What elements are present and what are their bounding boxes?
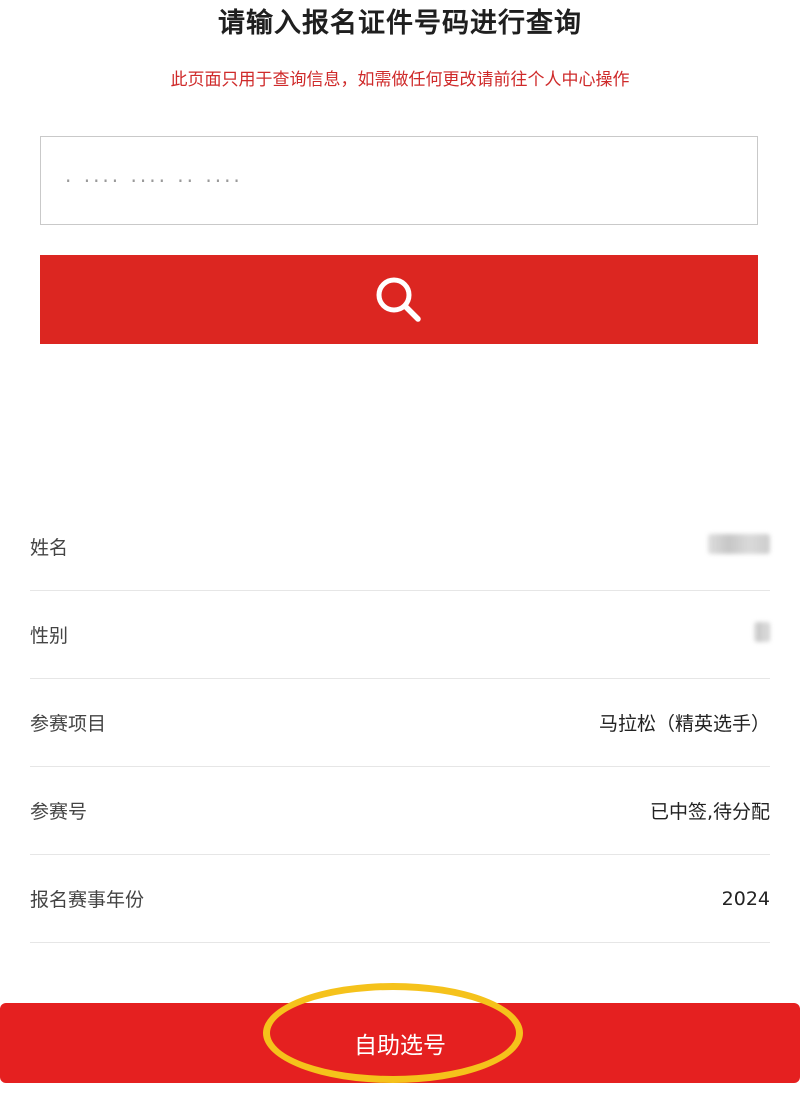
info-row-gender: 性别 <box>30 591 770 679</box>
info-value: 已中签,待分配 <box>649 801 770 823</box>
info-label: 姓名 <box>30 537 69 559</box>
info-value <box>708 534 770 559</box>
info-label: 报名赛事年份 <box>30 889 145 911</box>
redacted-value <box>708 534 770 554</box>
search-icon <box>376 277 421 322</box>
participant-info-list: 姓名 性别 参赛项目 马拉松（精英选手） 参赛号 已中签,待分配 报名赛事年份 … <box>30 503 770 943</box>
info-label: 参赛号 <box>30 801 88 823</box>
self-select-number-button[interactable]: 自助选号 <box>0 1003 800 1083</box>
info-label: 性别 <box>30 625 69 647</box>
info-value: 马拉松（精英选手） <box>598 713 770 735</box>
info-row-year: 报名赛事年份 2024 <box>30 855 770 943</box>
info-row-name: 姓名 <box>30 503 770 591</box>
redacted-value <box>754 622 770 642</box>
search-button[interactable] <box>40 255 758 344</box>
info-value <box>754 622 770 647</box>
info-row-event: 参赛项目 马拉松（精英选手） <box>30 679 770 767</box>
info-row-bib-number: 参赛号 已中签,待分配 <box>30 767 770 855</box>
page-title: 请输入报名证件号码进行查询 <box>218 8 582 39</box>
info-label: 参赛项目 <box>30 713 107 735</box>
info-value: 2024 <box>721 887 770 910</box>
query-page: 请输入报名证件号码进行查询 此页面只用于查询信息，如需做任何更改请前往个人中心操… <box>0 0 800 1100</box>
notice-text: 此页面只用于查询信息，如需做任何更改请前往个人中心操作 <box>170 70 630 90</box>
id-number-input[interactable] <box>40 136 758 225</box>
